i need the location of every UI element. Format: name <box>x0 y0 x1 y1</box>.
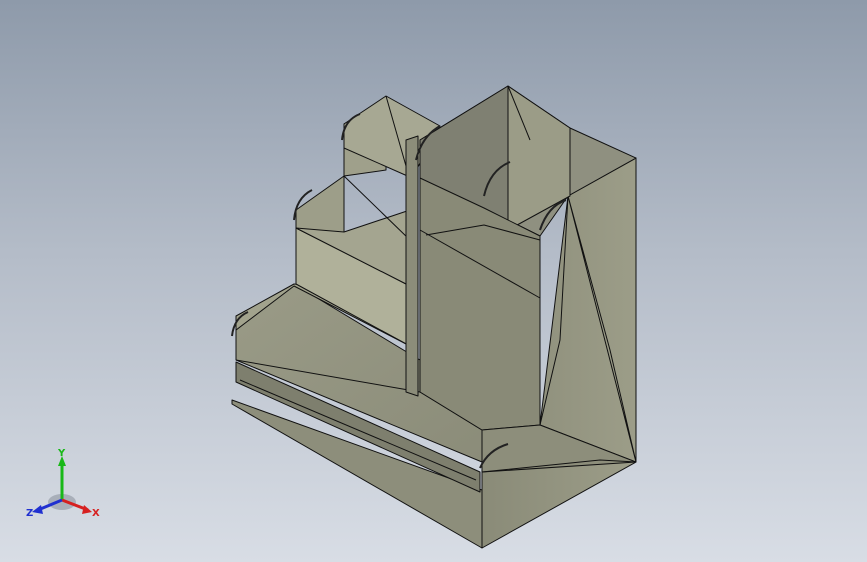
x-axis-arrow <box>82 505 92 514</box>
z-axis-label: Z <box>26 508 33 519</box>
z-axis-arrow <box>32 505 43 514</box>
organizer-3d-model[interactable] <box>0 0 867 562</box>
view-orientation-triad[interactable]: Y X Z <box>26 446 106 526</box>
divider-pole <box>405 135 419 397</box>
y-axis-label: Y <box>57 448 66 459</box>
x-axis-label: X <box>92 508 100 519</box>
graphics-viewport[interactable]: Y X Z <box>0 0 867 562</box>
